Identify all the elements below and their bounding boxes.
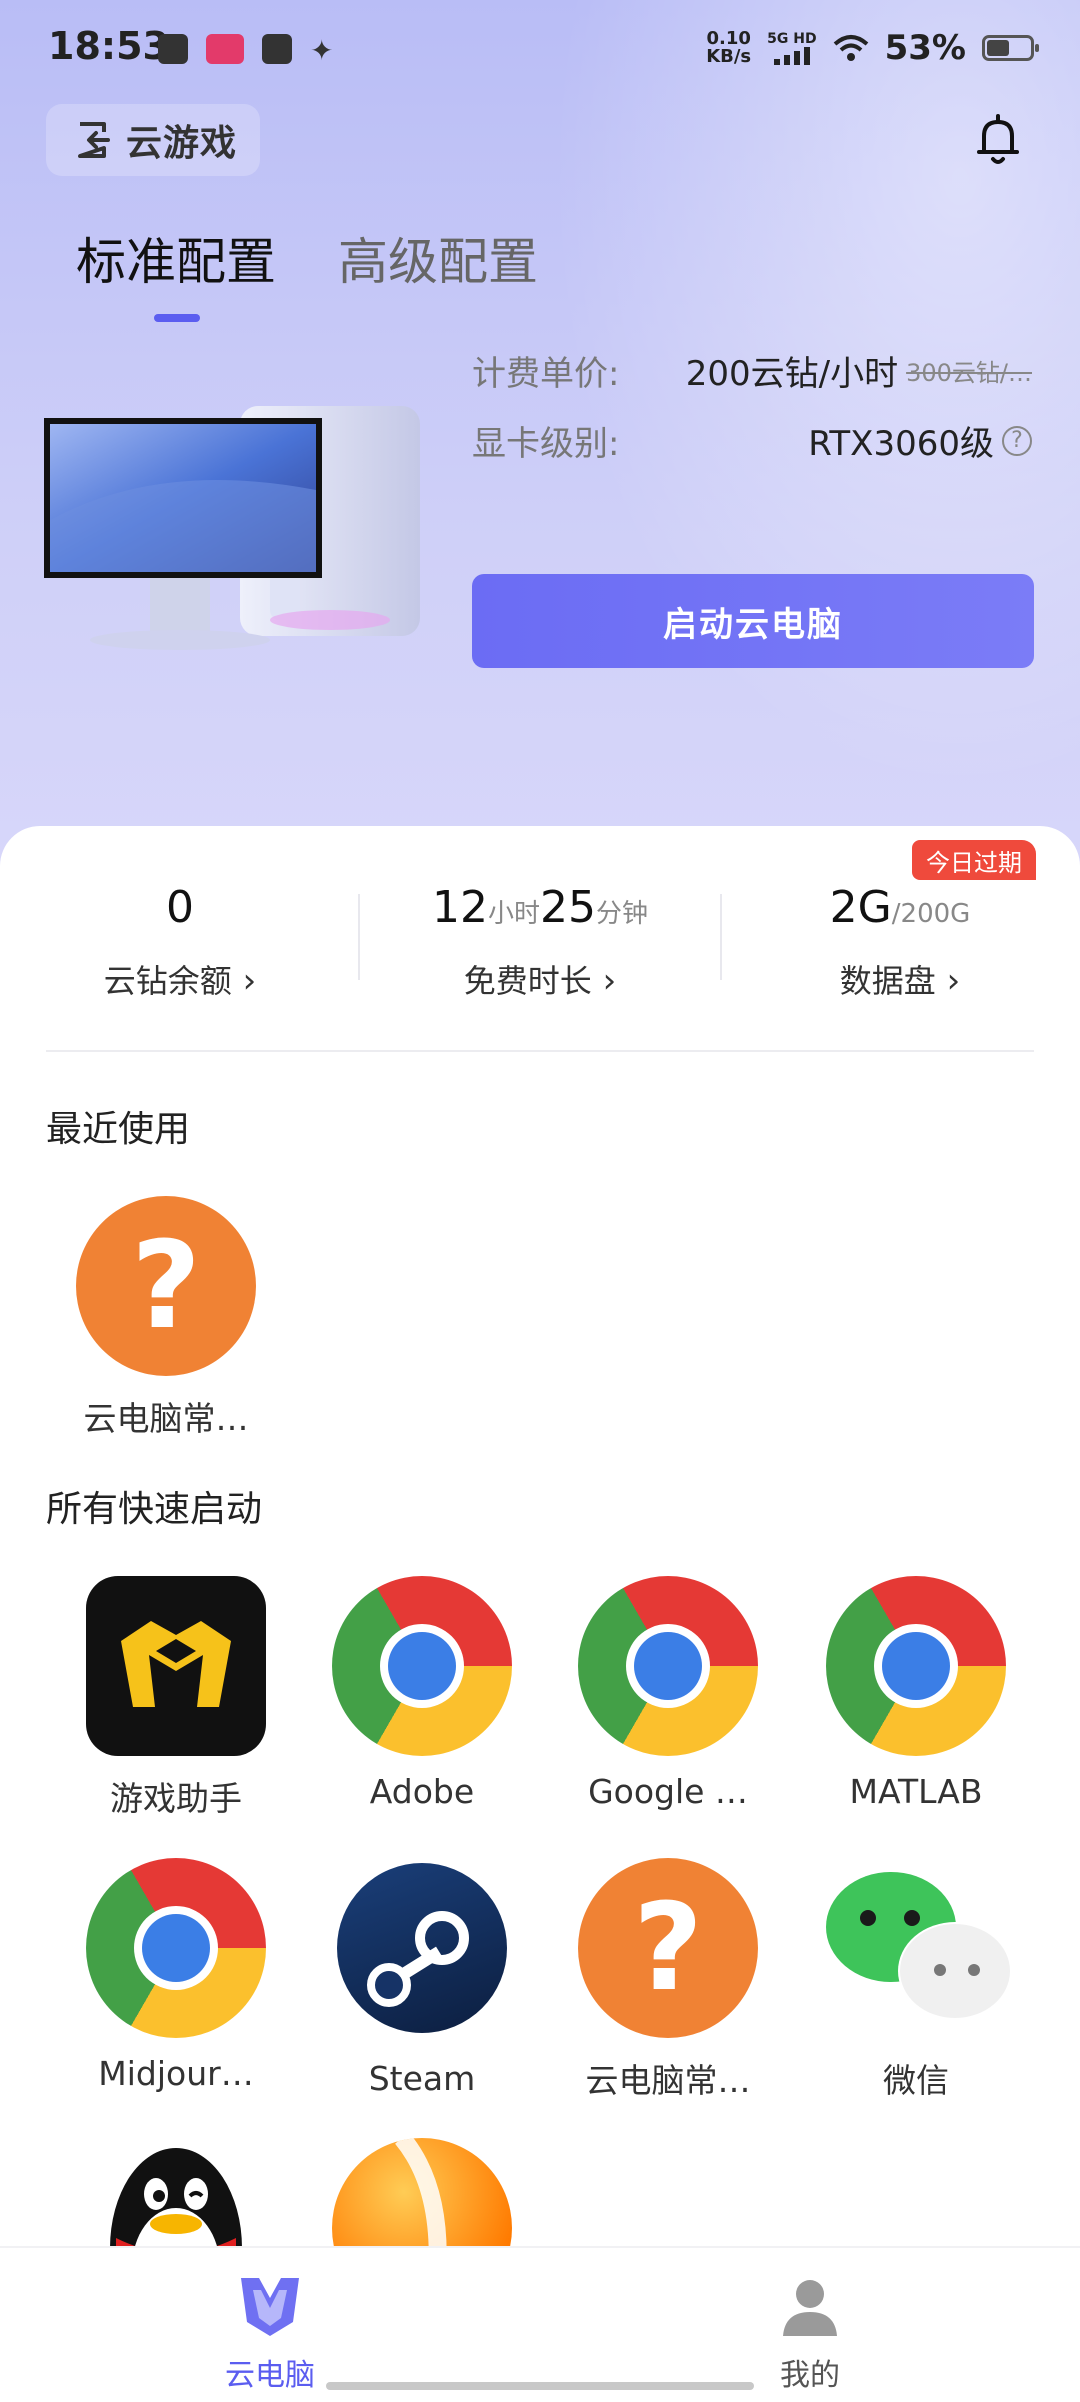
minutes-unit: 分钟 (596, 899, 649, 929)
price-label: 计费单价: (472, 354, 620, 394)
battery-icon (982, 35, 1039, 61)
recent-title: 最近使用 (46, 1109, 191, 1150)
battery-percent: 53% (884, 28, 966, 68)
tv-notification-icon (158, 34, 188, 64)
tab-indicator (154, 314, 200, 322)
status-bar: 18:53 ✦ 0.10 KB/s 5G HD 53% (0, 0, 1080, 100)
accessibility-icon: ✦ (310, 34, 334, 67)
signal-icon (773, 47, 810, 65)
app-adobe[interactable]: Adobe (312, 1576, 532, 1811)
bell-icon[interactable] (974, 112, 1022, 168)
free-time-label: 免费时长 (370, 956, 710, 1002)
app-name: 游戏助手 (110, 1779, 242, 1818)
status-time: 18:53 (48, 24, 169, 68)
cloud-pc-logo-icon (241, 2278, 299, 2336)
gpu-row: 显卡级别: RTX3060级 ? (472, 416, 1032, 466)
disk-total: /200G (891, 899, 971, 929)
back-button[interactable]: 云游戏 (46, 104, 260, 176)
disk-used: 2G (829, 882, 892, 933)
hours-unit: 小时 (487, 899, 540, 929)
tab-standard-config[interactable]: 标准配置 (76, 222, 276, 294)
original-price: 300云钻/… (906, 359, 1032, 387)
app-name: 云电脑常… (83, 1399, 249, 1438)
inbox-notification-icon (262, 34, 292, 64)
app-name: MATLAB (849, 1772, 983, 1811)
wechat-icon (826, 1858, 1010, 2038)
help-icon: ? (76, 1196, 256, 1376)
gpu-label: 显卡级别: (472, 424, 620, 464)
expire-badge: 今日过期 (912, 840, 1036, 880)
back-label: 云游戏 (126, 123, 238, 164)
divider (720, 894, 722, 980)
notification-icons: ✦ (158, 34, 333, 67)
quick-launch-title: 所有快速启动 (46, 1489, 263, 1530)
wifi-icon (833, 35, 868, 61)
nav-cloud-pc[interactable]: 云电脑 (170, 2270, 370, 2394)
bottom-navigation: 云电脑 我的 (0, 2246, 1080, 2402)
app-steam[interactable]: Steam (312, 1858, 532, 2098)
chrome-icon (86, 1858, 266, 2038)
app-name: Steam (368, 2059, 476, 2098)
chrome-icon (826, 1576, 1006, 1756)
free-time-stat[interactable]: 12 小时 25 分钟 免费时长 (370, 882, 710, 1002)
app-name: Google … (588, 1772, 748, 1811)
app-midjourney[interactable]: Midjour… (66, 1858, 286, 2093)
app-name: Midjour… (98, 2054, 254, 2093)
app-matlab[interactable]: MATLAB (806, 1576, 1026, 1811)
chrome-icon (332, 1576, 512, 1756)
data-disk-stat[interactable]: 2G /200G 数据盘 (730, 882, 1070, 1002)
net-speed: 0.10 KB/s (706, 28, 752, 67)
cloud-pc-illustration (44, 406, 420, 650)
start-cloud-pc-button[interactable]: 启动云电脑 (472, 574, 1034, 668)
balance-label: 云钻余额 (10, 956, 350, 1002)
section-divider (46, 1050, 1034, 1052)
data-disk-label: 数据盘 (730, 956, 1070, 1002)
price-row: 计费单价: 200云钻/小时 300云钻/… (472, 346, 1032, 396)
free-hours: 12 (431, 882, 488, 933)
app-name: 微信 (883, 2061, 949, 2100)
nav-mine[interactable]: 我的 (710, 2270, 910, 2394)
bilibili-notification-icon (206, 34, 244, 64)
price-value: 200云钻/小时 (685, 354, 899, 394)
app-cloud-pc-help[interactable]: ? 云电脑常… (558, 1858, 778, 2102)
tab-advanced-config[interactable]: 高级配置 (338, 222, 538, 294)
app-game-helper[interactable]: 游戏助手 (66, 1576, 286, 1820)
divider (358, 894, 360, 980)
steam-icon (337, 1863, 507, 2033)
recent-app-item[interactable]: ? 云电脑常… (56, 1196, 276, 1440)
game-helper-icon (86, 1576, 266, 1756)
home-indicator[interactable] (326, 2382, 754, 2390)
help-circle-icon[interactable]: ? (1002, 425, 1032, 456)
gpu-value: RTX3060级 (808, 424, 994, 464)
balance-stat[interactable]: 0 云钻余额 (10, 882, 350, 1002)
free-minutes: 25 (540, 882, 596, 933)
help-icon: ? (578, 1858, 758, 2038)
app-name: Adobe (369, 1772, 475, 1811)
app-name: 云电脑常… (585, 2061, 751, 2100)
balance-value: 0 (166, 882, 194, 933)
network-type: 5G HD (767, 31, 817, 47)
chrome-icon (578, 1576, 758, 1756)
app-google[interactable]: Google … (558, 1576, 778, 1811)
exit-icon (78, 122, 110, 158)
user-icon (783, 2280, 837, 2336)
app-wechat[interactable]: 微信 (806, 1858, 1026, 2102)
